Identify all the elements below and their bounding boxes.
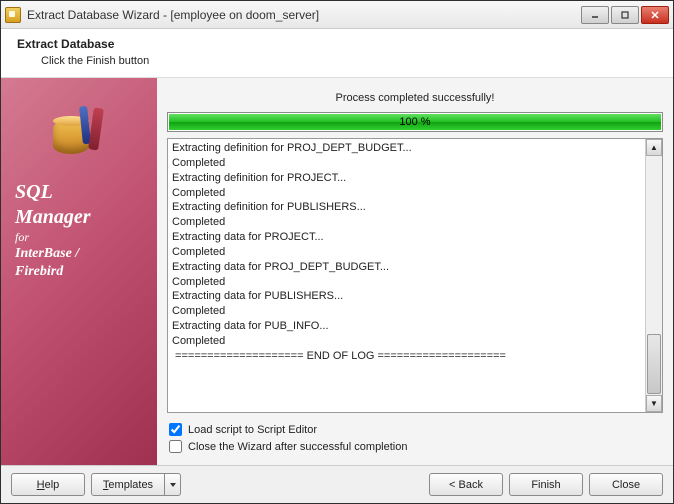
product-line2: Manager [15,205,91,230]
window-controls [581,6,669,24]
page-title: Extract Database [17,37,657,51]
product-icon [47,106,111,162]
wizard-header: Extract Database Click the Finish button [1,29,673,77]
hammer-icon [88,108,104,151]
templates-label: emplates [108,479,153,491]
templates-group: Templates [91,473,181,496]
back-button[interactable]: < Back [429,473,503,496]
sidebar-banner: SQL Manager for InterBase / Firebird [1,78,157,465]
product-line4: InterBase / [15,245,91,263]
product-name: SQL Manager for InterBase / Firebird [15,180,91,280]
load-script-checkbox[interactable] [169,423,182,436]
maximize-button[interactable] [611,6,639,24]
scroll-down-button[interactable]: ▼ [646,395,662,412]
close-after-checkbox[interactable] [169,440,182,453]
load-script-option[interactable]: Load script to Script Editor [169,421,661,438]
help-label: elp [45,479,60,491]
finish-button[interactable]: Finish [509,473,583,496]
main-panel: Process completed successfully! 100 % Ex… [157,78,673,465]
log-output: Extracting definition for PROJ_DEPT_BUDG… [167,138,663,413]
help-button[interactable]: Help [11,473,85,496]
progress-bar: 100 % [167,112,663,132]
close-after-label: Close the Wizard after successful comple… [188,441,407,453]
close-after-option[interactable]: Close the Wizard after successful comple… [169,438,661,455]
product-line1: SQL [15,180,91,205]
window-title: Extract Database Wizard - [employee on d… [27,8,581,22]
content-area: SQL Manager for InterBase / Firebird Pro… [1,77,673,465]
load-script-label: Load script to Script Editor [188,424,317,436]
scroll-track[interactable] [646,156,662,395]
scrollbar[interactable]: ▲ ▼ [645,139,662,412]
product-line3: for [15,230,91,245]
titlebar[interactable]: Extract Database Wizard - [employee on d… [1,1,673,29]
scroll-thumb[interactable] [647,334,661,394]
close-button[interactable]: Close [589,473,663,496]
minimize-icon [590,10,600,20]
status-message: Process completed successfully! [167,86,663,112]
chevron-down-icon [169,481,177,489]
templates-dropdown-button[interactable] [165,473,181,496]
log-text[interactable]: Extracting definition for PROJ_DEPT_BUDG… [168,139,645,412]
maximize-icon [620,10,630,20]
product-line5: Firebird [15,263,91,281]
options-panel: Load script to Script Editor Close the W… [167,413,663,459]
close-window-button[interactable] [641,6,669,24]
app-icon [5,7,21,23]
minimize-button[interactable] [581,6,609,24]
close-icon [650,10,660,20]
footer-buttons: Help Templates < Back Finish Close [1,465,673,503]
page-subtitle: Click the Finish button [17,51,657,71]
wizard-window: Extract Database Wizard - [employee on d… [0,0,674,504]
progress-text: 100 % [168,113,662,131]
templates-button[interactable]: Templates [91,473,165,496]
scroll-up-button[interactable]: ▲ [646,139,662,156]
